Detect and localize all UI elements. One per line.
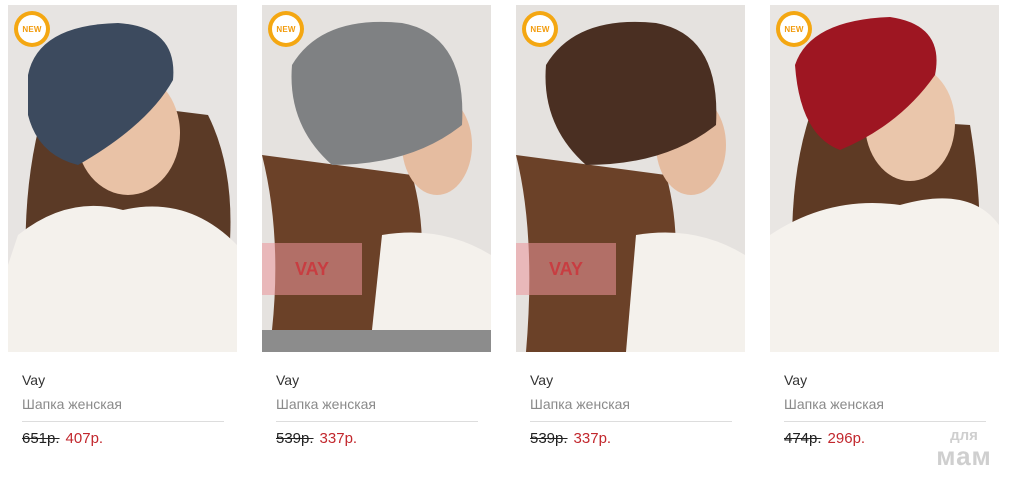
site-logo: для мам (924, 428, 1004, 469)
divider (784, 421, 986, 422)
model-photo-illustration (8, 5, 237, 352)
product-card[interactable]: NEW Vay Шапка женская 474р. 296р. (770, 5, 999, 475)
product-title[interactable]: Шапка женская (22, 396, 122, 412)
old-price: 474р. (784, 430, 822, 447)
price-block: 474р. 296р. (784, 430, 865, 447)
price-block: 651р. 407р. (22, 430, 103, 447)
sale-price: 296р. (827, 430, 866, 447)
product-title[interactable]: Шапка женская (784, 396, 884, 412)
site-logo-bottom: мам (936, 441, 992, 471)
product-photo[interactable]: NEW (770, 5, 999, 352)
product-photo[interactable]: NEW VAY (262, 5, 491, 352)
sale-price: 337р. (573, 430, 612, 447)
divider (22, 421, 224, 422)
sale-price: 407р. (65, 430, 104, 447)
old-price: 539р. (530, 430, 568, 447)
brand-watermark: VAY (516, 243, 616, 295)
new-badge: NEW (522, 11, 558, 47)
new-badge: NEW (14, 11, 50, 47)
product-grid: NEW Vay Шапка женская 651р. 407р. NEW VAY (8, 5, 1008, 475)
photo-bottom-strip (262, 330, 491, 352)
model-photo-illustration (516, 5, 745, 352)
new-badge-label: NEW (526, 15, 554, 43)
new-badge-label: NEW (18, 15, 46, 43)
product-photo[interactable]: NEW (8, 5, 237, 352)
model-photo-illustration (770, 5, 999, 352)
price-block: 539р. 337р. (276, 430, 357, 447)
new-badge: NEW (268, 11, 304, 47)
brand-watermark: VAY (262, 243, 362, 295)
product-brand[interactable]: Vay (530, 372, 553, 388)
sale-price: 337р. (319, 430, 358, 447)
product-brand[interactable]: Vay (276, 372, 299, 388)
new-badge: NEW (776, 11, 812, 47)
price-block: 539р. 337р. (530, 430, 611, 447)
new-badge-label: NEW (272, 15, 300, 43)
product-brand[interactable]: Vay (784, 372, 807, 388)
product-title[interactable]: Шапка женская (530, 396, 630, 412)
old-price: 539р. (276, 430, 314, 447)
new-badge-label: NEW (780, 15, 808, 43)
model-photo-illustration (262, 5, 491, 352)
product-card[interactable]: NEW Vay Шапка женская 651р. 407р. (8, 5, 237, 475)
product-photo[interactable]: NEW VAY (516, 5, 745, 352)
old-price: 651р. (22, 430, 60, 447)
product-title[interactable]: Шапка женская (276, 396, 376, 412)
divider (530, 421, 732, 422)
product-card[interactable]: NEW VAY Vay Шапка женская 539р. 337р. (262, 5, 491, 475)
product-card[interactable]: NEW VAY Vay Шапка женская 539р. 337р. (516, 5, 745, 475)
product-brand[interactable]: Vay (22, 372, 45, 388)
divider (276, 421, 478, 422)
